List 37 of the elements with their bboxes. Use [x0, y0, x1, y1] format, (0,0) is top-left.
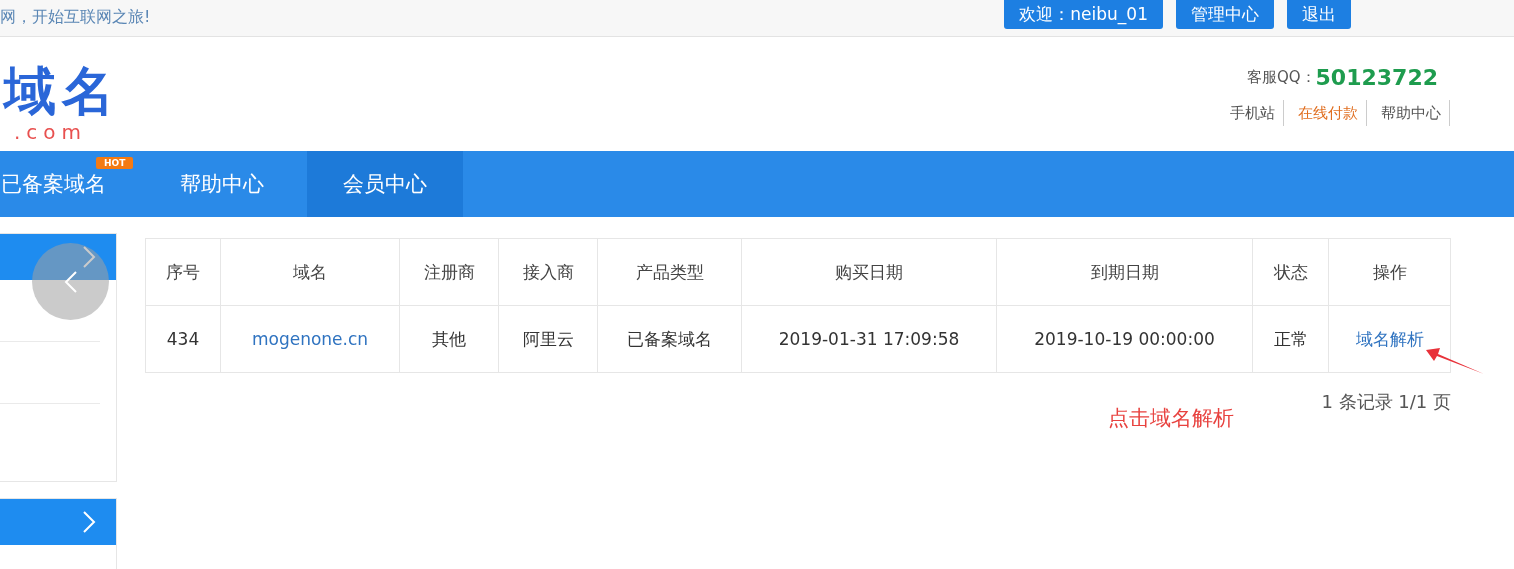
header-link[interactable]: 帮助中心 — [1367, 100, 1450, 126]
nav-item[interactable]: 帮助中心 — [144, 151, 300, 217]
table-cell: 2019-01-31 17:09:58 — [741, 305, 997, 373]
nav-item[interactable]: 会员中心 — [307, 151, 463, 217]
chevron-left-icon — [63, 269, 78, 294]
table-cell: 434 — [145, 305, 221, 373]
header-link[interactable]: 在线付款 — [1284, 100, 1367, 126]
logo-domain: .com — [13, 121, 89, 143]
column-header: 接入商 — [498, 238, 598, 306]
column-header: 产品类型 — [597, 238, 742, 306]
table-cell: 其他 — [399, 305, 499, 373]
welcome-text: 网，开始互联网之旅! — [0, 6, 151, 28]
column-header: 状态 — [1252, 238, 1329, 306]
chevron-right-icon — [82, 245, 96, 269]
top-button[interactable]: 欢迎：neibu_01 — [1004, 0, 1163, 29]
header-link[interactable]: 手机站 — [1216, 100, 1284, 126]
pagination-text: 1 条记录 1/1 页 — [1321, 390, 1451, 414]
top-button[interactable]: 管理中心 — [1176, 0, 1274, 29]
table-link[interactable]: mogenone.cn — [251, 329, 369, 349]
chevron-right-icon — [82, 510, 96, 534]
column-header: 注册商 — [399, 238, 499, 306]
qq-number: 50123722 — [1315, 65, 1438, 90]
column-header: 域名 — [220, 238, 400, 306]
column-header: 购买日期 — [741, 238, 997, 306]
annotation-text: 点击域名解析 — [1108, 405, 1234, 432]
column-header: 操作 — [1328, 238, 1451, 306]
table-cell: 已备案域名 — [597, 305, 742, 373]
logo-text: 域名 — [1, 61, 121, 121]
column-header: 到期日期 — [996, 238, 1253, 306]
table-cell: 阿里云 — [498, 305, 598, 373]
table-cell: 2019-10-19 00:00:00 — [996, 305, 1253, 373]
top-button[interactable]: 退出 — [1287, 0, 1351, 29]
column-header: 序号 — [145, 238, 221, 306]
qq-label: 客服QQ： — [1246, 68, 1316, 87]
table-link[interactable]: 域名解析 — [1355, 328, 1424, 349]
table-cell: 正常 — [1252, 305, 1329, 373]
hot-badge: HOT — [96, 157, 134, 169]
